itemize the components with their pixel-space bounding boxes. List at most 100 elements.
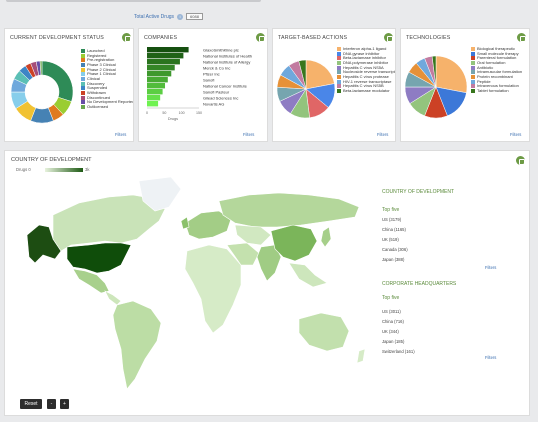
company-bar[interactable] <box>147 83 166 89</box>
legend-swatch <box>81 90 85 95</box>
map-australia <box>298 312 350 352</box>
map-africa <box>184 244 242 334</box>
zoom-in-button[interactable]: + <box>60 399 69 409</box>
company-bar[interactable] <box>147 101 159 107</box>
companies-panel: COMPANIES GlaxoSmithKline plc National In… <box>138 28 268 142</box>
company-bar[interactable] <box>147 65 175 71</box>
expand-icon[interactable] <box>384 33 393 42</box>
legend-label: Outlicensed <box>87 104 109 109</box>
status-donut-chart[interactable] <box>9 59 77 127</box>
map-central-asia <box>234 224 272 246</box>
legend-label: Antibiotic <box>477 65 494 70</box>
dev-row[interactable]: UK (519) <box>382 237 399 242</box>
company-bar[interactable] <box>147 53 184 59</box>
actions-filters-link[interactable]: Filters <box>377 132 388 137</box>
map-title: COUNTRY OF DEVELOPMENT <box>11 157 92 163</box>
hq-title: CORPORATE HEADQUARTERS <box>382 281 457 287</box>
map-mexico <box>72 268 110 294</box>
expand-icon[interactable] <box>256 33 265 42</box>
hq-filters-link[interactable]: Filters <box>485 355 496 360</box>
company-label: National Institute of Allergy <box>203 59 250 64</box>
company-label: GlaxoSmithKline plc <box>203 47 239 52</box>
legend-swatch <box>337 70 341 75</box>
expand-icon[interactable] <box>516 156 525 165</box>
tick-label: 0 <box>146 111 148 115</box>
company-bar[interactable] <box>147 47 189 53</box>
legend-swatch <box>471 88 475 93</box>
legend-swatch <box>81 104 85 109</box>
map-south-america <box>112 300 162 390</box>
technologies-filters-link[interactable]: Filters <box>510 132 521 137</box>
legend-swatch <box>471 65 475 70</box>
map-usa <box>66 242 132 274</box>
legend-swatch <box>337 56 341 61</box>
legend-label: Suspended <box>87 86 108 91</box>
map-reset-button[interactable]: Reset <box>20 399 42 409</box>
actions-pie-chart[interactable] <box>275 53 337 129</box>
company-label: National Cancer Institute <box>203 83 248 88</box>
hq-row[interactable]: US (3011) <box>382 309 401 314</box>
world-map[interactable] <box>9 173 375 405</box>
technologies-pie-chart[interactable] <box>403 47 469 129</box>
legend-label: Interferon alpha-1 ligand <box>343 47 387 52</box>
map-panel: COUNTRY OF DEVELOPMENT Drugs 0 3k COUNTR… <box>4 150 530 416</box>
legend-label: Parenteral formulation <box>477 56 517 61</box>
map-new-zealand <box>356 348 366 364</box>
legend-label: Intramuscular formulation <box>477 70 523 75</box>
companies-bar-chart[interactable]: GlaxoSmithKline plcNational Institutes o… <box>143 45 265 125</box>
legend-label: Registered <box>87 53 107 58</box>
hq-row[interactable]: Switzerland (161) <box>382 349 415 354</box>
company-bar[interactable] <box>147 71 172 77</box>
zoom-out-button[interactable]: - <box>47 399 56 409</box>
expand-icon[interactable] <box>517 33 526 42</box>
legend-swatch <box>81 53 85 58</box>
actions-legend-item[interactable]: Beta-lactamase modulator <box>337 88 395 94</box>
map-scale-label: Drugs 0 <box>16 167 31 172</box>
map-central-america <box>104 290 122 306</box>
company-bar[interactable] <box>147 77 168 83</box>
tech-slice[interactable] <box>435 55 468 94</box>
legend-label: Launched <box>87 49 105 54</box>
status-panel: CURRENT DEVELOPMENT STATUS Launched Regis… <box>4 28 134 142</box>
dev-top-five-label: Top five <box>382 207 400 213</box>
company-bar[interactable] <box>147 95 161 101</box>
company-bar[interactable] <box>147 59 180 65</box>
dev-row[interactable]: US (3179) <box>382 217 401 222</box>
map-southeast-asia <box>288 262 328 288</box>
legend-swatch <box>471 51 475 56</box>
legend-label: Small molecule therapy <box>477 51 519 56</box>
legend-label: Tablet formulation <box>477 88 509 93</box>
legend-label: Intravenous formulation <box>477 84 519 89</box>
tech-legend-item[interactable]: Tablet formulation <box>471 88 529 94</box>
legend-label: Discovery <box>87 81 105 86</box>
companies-panel-title: COMPANIES <box>144 35 178 41</box>
expand-icon[interactable] <box>122 33 131 42</box>
legend-swatch <box>337 60 341 65</box>
legend-swatch <box>81 86 85 91</box>
company-bar[interactable] <box>147 89 163 95</box>
dev-row[interactable]: Japan (388) <box>382 257 404 262</box>
companies-filters-link[interactable]: Filters <box>243 132 254 137</box>
company-label: Sanofi <box>203 77 214 82</box>
legend-swatch <box>471 60 475 65</box>
hq-row[interactable]: UK (344) <box>382 329 399 334</box>
legend-label: DNA gyrase inhibitor <box>343 51 380 56</box>
hq-row[interactable]: Japan (185) <box>382 339 404 344</box>
total-active-drugs: Total Active Drugs i 6088 <box>134 13 203 20</box>
status-slice[interactable] <box>41 60 74 102</box>
status-legend-item[interactable]: Outlicensed <box>81 104 133 110</box>
legend-label: No Development Reported <box>87 100 133 105</box>
dev-row[interactable]: China (1165) <box>382 227 406 232</box>
tick-label: 100 <box>179 111 185 115</box>
legend-swatch <box>471 70 475 75</box>
status-filters-link[interactable]: Filters <box>115 132 126 137</box>
hq-row[interactable]: China (716) <box>382 319 404 324</box>
tick-label: 150 <box>196 111 202 115</box>
company-label: Gilead Sciences Inc <box>203 95 238 100</box>
dev-filters-link[interactable]: Filters <box>485 265 496 270</box>
legend-label: Pre-registration <box>87 58 115 63</box>
legend-label: Protein recombinant <box>477 74 513 79</box>
info-icon[interactable]: i <box>177 13 184 20</box>
dev-row[interactable]: Canada (306) <box>382 247 408 252</box>
company-label: Novartis AG <box>203 101 224 106</box>
